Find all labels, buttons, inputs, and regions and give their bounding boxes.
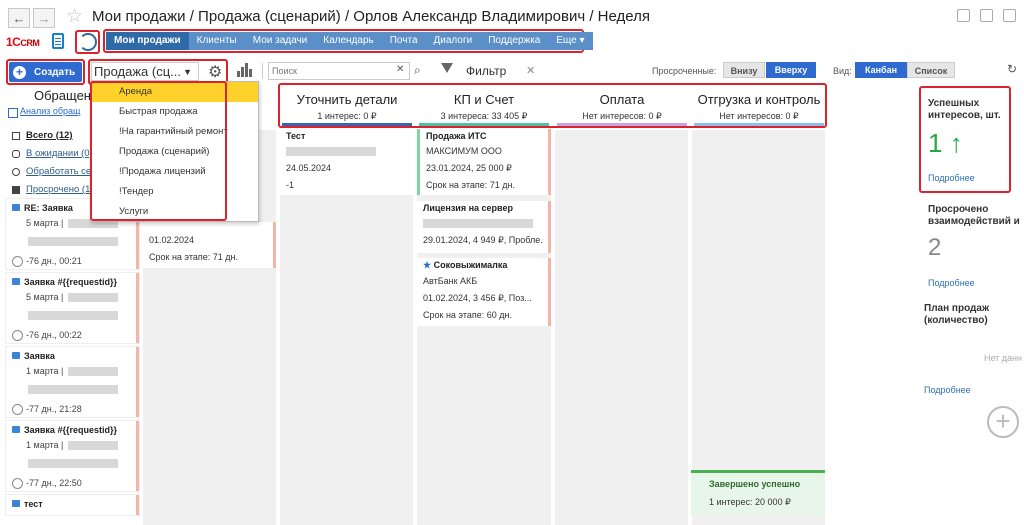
forward-button[interactable]: → — [33, 8, 55, 28]
deal-card[interactable]: Тест 24.05.2024 -1 — [280, 129, 413, 195]
overdue-bottom-toggle[interactable]: Внизу — [723, 62, 765, 78]
toolbar-divider — [262, 63, 263, 79]
success-details-link[interactable]: Подробнее — [928, 173, 1008, 183]
create-button-label: Создать — [34, 66, 76, 78]
inquiry-card[interactable]: Заявка #{{requestid}} 1 марта | -77 дн.,… — [6, 421, 139, 491]
tab-more[interactable]: Еще ▾ — [548, 32, 592, 50]
view-label: Вид: — [833, 66, 852, 76]
print-icon[interactable] — [980, 9, 993, 22]
inquiry-card[interactable]: Заявка #{{requestid}} 5 марта | -76 дн.,… — [6, 273, 139, 343]
app-logo: 1СCRM — [6, 35, 40, 49]
stage-shipping[interactable]: Отгрузка и контроль Нет интересов: 0 ₽ — [694, 88, 824, 126]
add-widget-icon[interactable]: + — [987, 406, 1019, 438]
deal-card[interactable]: Продажа ИТС МАКСИМУМ ООО 23.01.2024, 25 … — [417, 129, 551, 195]
tab-calendar[interactable]: Календарь — [315, 32, 381, 50]
highlight-dropdown — [90, 81, 227, 221]
telephony-icon[interactable] — [77, 31, 99, 53]
back-button[interactable]: ← — [8, 8, 30, 28]
top-navigation: Мои продажи Клиенты Мои задачи Календарь… — [106, 32, 593, 50]
inquiry-card[interactable]: тест — [6, 495, 139, 515]
search-input[interactable] — [268, 62, 410, 80]
view-kanban-toggle[interactable]: Канбан — [855, 62, 907, 78]
favorite-star-icon[interactable]: ☆ — [66, 5, 83, 28]
inquiry-card[interactable]: Заявка 1 марта | -77 дн., 21:28 — [6, 347, 139, 417]
filter-close-icon[interactable]: ✕ — [526, 64, 535, 77]
window-actions — [957, 9, 1016, 22]
overdue-details-link[interactable]: Подробнее — [928, 278, 1024, 288]
tab-my-sales[interactable]: Мои продажи — [106, 32, 189, 50]
scenario-select[interactable]: Продажа (сц... ▼ — [91, 62, 199, 81]
page-title: Мои продажи / Продажа (сценарий) / Орлов… — [92, 8, 651, 25]
search-icon[interactable]: ⌕ — [414, 63, 421, 78]
stage-payment[interactable]: Оплата Нет интересов: 0 ₽ — [557, 88, 687, 126]
inquiries-list: RE: Заявка 5 марта | -76 дн., 00:21 Заяв… — [6, 199, 139, 519]
overdue-widget: Просрочено взаимодействий и 2 Подробнее — [928, 204, 1024, 288]
kanban-column-4 — [692, 130, 825, 525]
stage-quote-invoice[interactable]: КП и Счет 3 интереса: 33 405 ₽ — [419, 88, 549, 126]
tab-my-tasks[interactable]: Мои задачи — [245, 32, 316, 50]
sales-plan-widget: План продаж (количество) Нет данн Подроб… — [924, 303, 1024, 395]
overdue-top-toggle[interactable]: Вверху — [766, 62, 816, 78]
star-icon: ★ — [423, 260, 432, 270]
clear-icon[interactable]: ✕ — [396, 64, 404, 75]
filter-button[interactable]: Фильтр — [466, 64, 506, 78]
tab-mail[interactable]: Почта — [382, 32, 426, 50]
deal-card[interactable]: 01.02.2024 Срок на этапе: 71 дн. — [143, 222, 276, 268]
tab-clients[interactable]: Клиенты — [189, 32, 245, 50]
view-list-toggle[interactable]: Список — [907, 62, 955, 78]
filter-icon[interactable] — [441, 63, 453, 73]
link-icon[interactable] — [1003, 9, 1016, 22]
clipboard-icon[interactable] — [52, 33, 64, 49]
kanban-column-3 — [555, 130, 688, 525]
overdue-label: Просроченные: — [652, 66, 717, 76]
scenario-select-value: Продажа (сц... — [94, 64, 181, 79]
arrow-up-icon: ↑ — [949, 128, 963, 158]
stage-clarify[interactable]: Уточнить детали 1 интерес: 0 ₽ — [282, 88, 412, 126]
chevron-down-icon: ▼ — [183, 67, 192, 77]
deal-card[interactable]: ★ Соковыжималка АвтБанк АКБ 01.02.2024, … — [417, 258, 551, 326]
plus-icon: + — [13, 65, 26, 79]
create-button[interactable]: + Создать — [9, 62, 82, 82]
report-chart-icon[interactable] — [236, 62, 252, 78]
completed-success-block[interactable]: Завершено успешно 1 интерес: 20 000 ₽ — [691, 470, 825, 515]
plan-details-link[interactable]: Подробнее — [924, 385, 1024, 395]
success-widget: Успешных интересов, шт. 1 ↑ Подробнее — [928, 98, 1008, 183]
tab-dialogs[interactable]: Диалоги — [426, 32, 481, 50]
deal-card[interactable]: Лицензия на сервер 29.01.2024, 4 949 ₽, … — [417, 201, 551, 253]
refresh-icon[interactable]: ↻ — [1007, 62, 1017, 76]
tab-support[interactable]: Поддержка — [480, 32, 548, 50]
gear-icon[interactable]: ⚙ — [208, 62, 222, 82]
save-icon[interactable] — [957, 9, 970, 22]
